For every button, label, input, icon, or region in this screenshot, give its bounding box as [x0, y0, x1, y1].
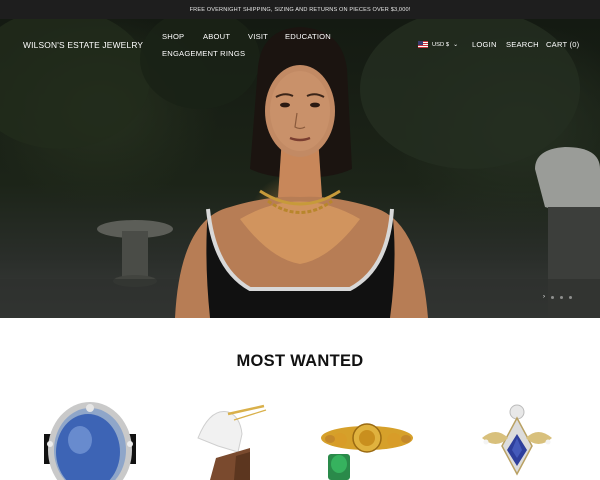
slideshow-pagination: ›: [543, 294, 572, 300]
product-image-sapphire-ring: [44, 402, 136, 480]
currency-selector[interactable]: USD $ ⌄: [418, 41, 458, 48]
product-card[interactable]: [30, 398, 160, 480]
site-header: WILSON'S ESTATE JEWELRY SHOP ABOUT VISIT…: [0, 19, 600, 65]
cart-link-wrap: CART (0): [546, 40, 579, 49]
chevron-down-icon: ⌄: [453, 42, 459, 48]
slide-dot[interactable]: [560, 295, 563, 299]
chevron-right-icon[interactable]: ›: [543, 294, 545, 300]
menu-shop[interactable]: SHOP: [162, 32, 184, 41]
menu-education[interactable]: EDUCATION: [285, 32, 331, 41]
search-link-wrap: SEARCH: [506, 40, 539, 49]
announcement-text: FREE OVERNIGHT SHIPPING, SIZING AND RETU…: [189, 6, 411, 13]
announcement-bar: FREE OVERNIGHT SHIPPING, SIZING AND RETU…: [0, 0, 600, 19]
login-link[interactable]: LOGIN: [472, 40, 497, 49]
product-card[interactable]: [320, 398, 450, 480]
search-link[interactable]: SEARCH: [506, 40, 539, 49]
cart-link[interactable]: CART (0): [546, 40, 579, 49]
product-image-unicorn-pin: [197, 404, 267, 480]
currency-label: USD $: [432, 41, 450, 48]
menu-about[interactable]: ABOUT: [203, 32, 230, 41]
slide-dot[interactable]: [551, 295, 554, 299]
product-image-sapphire-pendant: [482, 404, 552, 476]
product-card[interactable]: [180, 398, 310, 480]
slide-dot[interactable]: [569, 295, 572, 299]
product-image-gold-coin-ring: [321, 423, 413, 480]
menu-engagement-rings[interactable]: ENGAGEMENT RINGS: [162, 49, 245, 58]
menu-visit[interactable]: VISIT: [248, 32, 268, 41]
product-card[interactable]: [470, 398, 600, 480]
login-link-wrap: LOGIN: [472, 40, 497, 49]
us-flag-icon: [418, 41, 428, 48]
section-title: MOST WANTED: [236, 352, 364, 370]
brand-logo[interactable]: WILSON'S ESTATE JEWELRY: [23, 40, 143, 50]
